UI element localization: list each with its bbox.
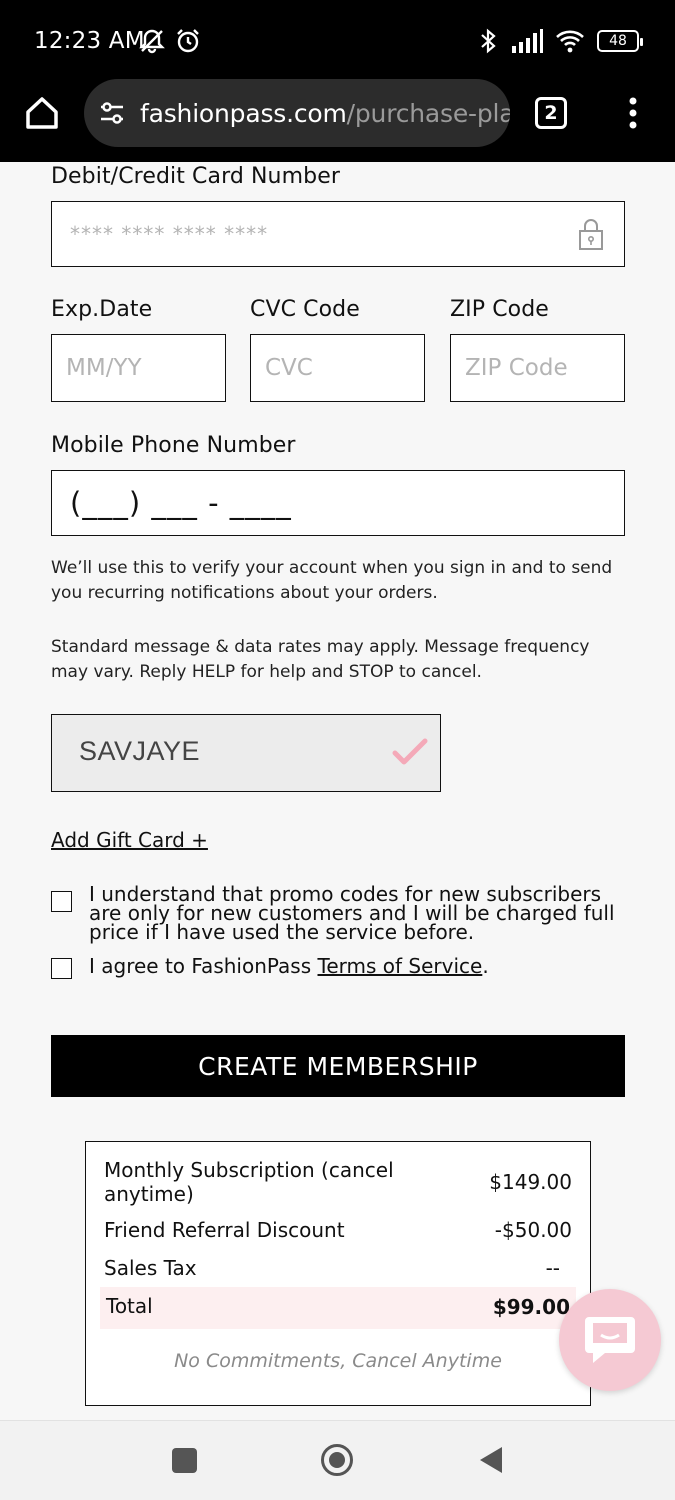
promo-agreement-text: I understand that promo codes for new su… — [89, 882, 615, 944]
zip-input[interactable] — [451, 335, 624, 401]
promo-agreement-checkbox[interactable] — [51, 891, 72, 912]
status-icons-right: 48 — [477, 27, 643, 55]
summary-row-value: -- — [545, 1256, 560, 1280]
order-summary: Monthly Subscription (cancel anytime) $1… — [85, 1141, 591, 1406]
tos-checkbox[interactable] — [51, 958, 72, 979]
phone-help-text: We’ll use this to verify your account wh… — [51, 558, 613, 603]
card-number-label: Debit/Credit Card Number — [51, 164, 340, 189]
phone-label: Mobile Phone Number — [51, 433, 296, 458]
wifi-icon — [556, 30, 584, 53]
terms-of-service-link[interactable]: Terms of Service — [318, 954, 483, 978]
no-commitments-note: No Commitments, Cancel Anytime — [174, 1350, 502, 1372]
cvc-input[interactable] — [251, 335, 424, 401]
promo-code-value: SAVJAYE — [79, 736, 201, 766]
url-path: /purchase-plan — [346, 98, 510, 128]
battery-icon: 48 — [597, 30, 643, 52]
summary-row-value: -$50.00 — [494, 1218, 572, 1242]
browser-chrome: 12:23 AM 48 fashionpass.com/purchase-pla… — [0, 0, 675, 162]
zip-field — [450, 334, 625, 402]
tos-prefix: I agree to FashionPass — [89, 954, 312, 978]
exp-date-field — [51, 334, 226, 402]
status-time: 12:23 AM — [34, 28, 145, 54]
rates-help-text: Standard message & data rates may apply.… — [51, 637, 590, 682]
tos-text: I agree to FashionPass Terms of Service. — [89, 954, 489, 978]
recents-icon[interactable] — [172, 1448, 197, 1473]
signal-icon — [512, 29, 543, 53]
card-number-field — [51, 201, 625, 267]
summary-row-label: Friend Referral Discount — [104, 1218, 345, 1242]
summary-row-label: Monthly Subscription (cancel anytime) — [104, 1158, 394, 1206]
summary-row-value: $149.00 — [489, 1170, 572, 1194]
url-text: fashionpass.com/purchase-plan — [140, 99, 510, 128]
more-options-icon[interactable] — [620, 96, 646, 130]
chat-button[interactable] — [559, 1289, 661, 1391]
tab-switcher-button[interactable]: 2 — [535, 97, 567, 129]
zip-label: ZIP Code — [450, 297, 549, 322]
home-circle-icon[interactable] — [320, 1443, 354, 1477]
site-settings-icon[interactable] — [98, 99, 126, 127]
alarm-icon — [177, 29, 199, 53]
summary-row-label: Sales Tax — [104, 1256, 197, 1280]
phone-input[interactable] — [52, 471, 624, 535]
exp-date-label: Exp.Date — [51, 297, 153, 322]
total-label: Total — [106, 1294, 153, 1318]
cvc-label: CVC Code — [250, 297, 360, 322]
address-bar[interactable]: fashionpass.com/purchase-plan — [84, 79, 510, 147]
exp-date-input[interactable] — [52, 335, 225, 401]
bluetooth-icon — [481, 28, 496, 54]
back-icon[interactable] — [478, 1445, 504, 1475]
home-icon[interactable] — [22, 93, 62, 133]
checkmark-icon — [392, 738, 428, 765]
tos-suffix: . — [482, 954, 489, 978]
system-nav-bar — [0, 1420, 675, 1500]
status-icons-left — [138, 27, 202, 55]
chat-icon — [585, 1317, 635, 1363]
card-number-input[interactable] — [52, 202, 624, 266]
promo-code-field[interactable]: SAVJAYE — [51, 714, 441, 792]
mute-notifications-icon — [139, 29, 165, 54]
add-gift-card-link[interactable]: Add Gift Card + — [51, 828, 208, 852]
url-domain: fashionpass.com — [140, 98, 347, 128]
create-membership-button[interactable]: CREATE MEMBERSHIP — [51, 1035, 625, 1097]
lock-icon — [579, 219, 603, 250]
cvc-field — [250, 334, 425, 402]
phone-field — [51, 470, 625, 536]
